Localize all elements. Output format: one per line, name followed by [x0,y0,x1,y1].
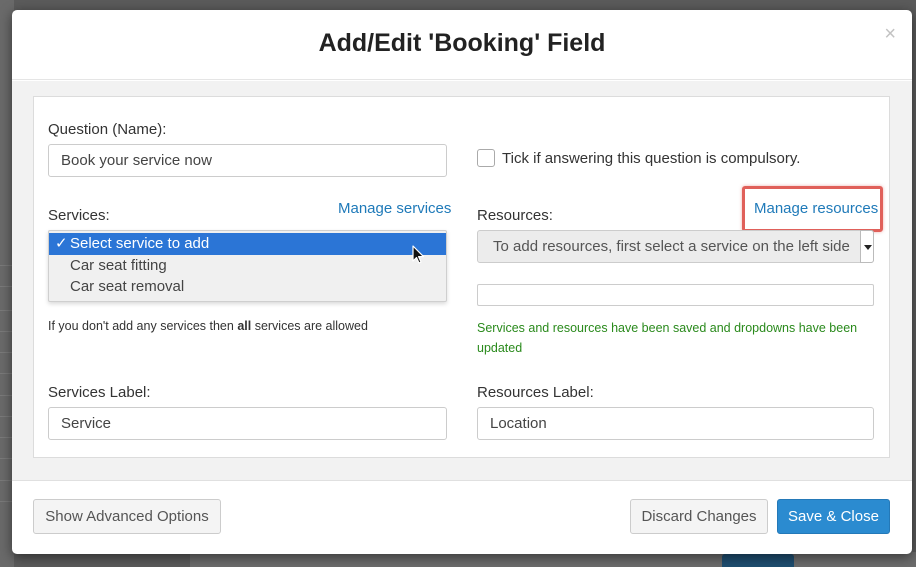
resources-extra-input[interactable] [477,284,874,306]
checkmark-icon: ✓ [55,235,68,252]
save-and-close-button[interactable]: Save & Close [777,499,890,534]
edit-field-modal: Add/Edit 'Booking' Field × Question (Nam… [12,10,912,554]
save-status-message: Services and resources have been saved a… [477,321,858,355]
backdrop-row [0,395,12,417]
resources-label: Resources: [477,207,553,224]
services-help-text: If you don't add any services then all s… [48,319,368,333]
backdrop-row [0,352,12,374]
modal-header: Add/Edit 'Booking' Field × [12,10,912,80]
resources-select-value: To add resources, first select a service… [493,238,850,255]
backdrop-row [0,265,12,287]
question-input[interactable]: Book your service now [48,144,447,177]
resources-select[interactable]: To add resources, first select a service… [477,230,874,263]
help-text-suffix: services are allowed [251,319,368,333]
services-label: Services: [48,207,110,224]
help-text-bold: all [237,319,252,333]
show-advanced-options-button[interactable]: Show Advanced Options [33,499,221,534]
backdrop-footer [190,552,916,567]
modal-title: Add/Edit 'Booking' Field [318,29,606,57]
services-option[interactable]: Car seat removal [49,276,446,298]
compulsory-checkbox[interactable] [477,149,495,167]
backdrop-row [0,310,12,332]
chevron-down-icon[interactable] [860,230,874,263]
discard-changes-button[interactable]: Discard Changes [630,499,768,534]
backdrop-button [722,554,794,567]
backdrop-row [0,480,12,502]
mouse-cursor-icon [412,245,425,264]
resources-label-field-label: Resources Label: [477,384,594,401]
services-label-field-label: Services Label: [48,384,151,401]
services-label-input[interactable]: Service [48,407,447,440]
services-dropdown-list[interactable]: ✓ Select service to add Car seat fitting … [48,230,447,302]
manage-services-link[interactable]: Manage services [338,200,451,217]
question-label: Question (Name): [48,121,167,138]
backdrop-row [0,437,12,459]
compulsory-label: Tick if answering this question is compu… [502,150,801,167]
resources-label-input[interactable]: Location [477,407,874,440]
services-option-selected[interactable]: ✓ Select service to add [49,233,446,255]
help-text-prefix: If you don't add any services then [48,319,238,333]
close-icon[interactable]: × [884,24,896,44]
services-option[interactable]: Car seat fitting [49,255,446,277]
manage-resources-link[interactable]: Manage resources [754,200,878,217]
option-label: Select service to add [70,235,210,252]
